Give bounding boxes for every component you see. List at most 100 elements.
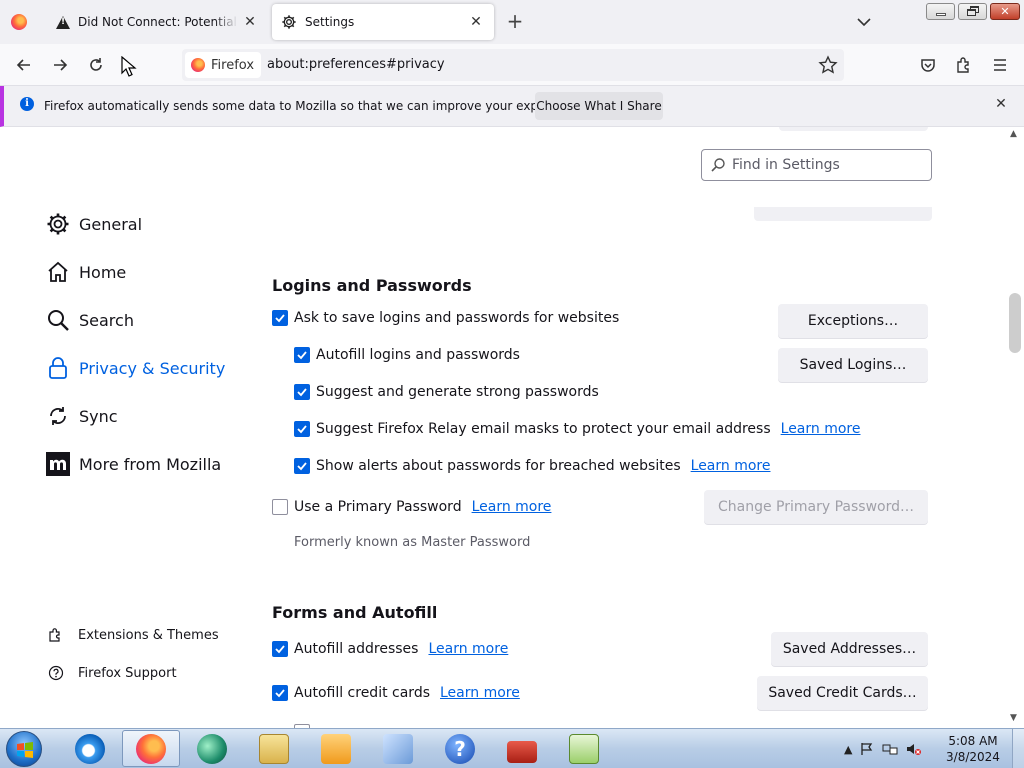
new-tab-button[interactable]: +: [503, 10, 527, 34]
find-in-settings-input[interactable]: Find in Settings: [701, 149, 932, 181]
taskbar-clock[interactable]: 5:08 AM 3/8/2024: [945, 733, 1001, 765]
autofill-cards-row[interactable]: Autofill credit cards Learn more: [272, 685, 520, 701]
change-primary-password-button[interactable]: Change Primary Password…: [704, 490, 928, 524]
extensions-button[interactable]: [951, 52, 977, 78]
checkbox-checked[interactable]: [294, 384, 310, 400]
sidebar-item-sync[interactable]: Sync: [46, 404, 118, 428]
arrow-left-icon: [16, 59, 30, 71]
sidebar-item-privacy-security[interactable]: Privacy & Security: [46, 356, 225, 380]
checkbox-unchecked[interactable]: [272, 499, 288, 515]
learn-more-link[interactable]: Learn more: [472, 499, 552, 515]
suggest-passwords-row[interactable]: Suggest and generate strong passwords: [294, 384, 599, 400]
internet-explorer-icon: [75, 733, 105, 764]
network-icon[interactable]: [882, 742, 898, 756]
clock-date: 3/8/2024: [946, 750, 1000, 764]
checkbox-checked[interactable]: [272, 685, 288, 701]
tab-strip: Did Not Connect: Potential Security Issu…: [0, 0, 1024, 44]
url-bar[interactable]: Firefox about:preferences#privacy: [182, 49, 844, 81]
checkbox-checked[interactable]: [272, 310, 288, 326]
taskbar-app-tools[interactable]: [369, 730, 427, 767]
checkbox-checked[interactable]: [294, 458, 310, 474]
sidebar-extensions-themes[interactable]: Extensions & Themes: [48, 627, 219, 643]
minimize-button[interactable]: [926, 3, 955, 20]
checkbox-label: Autofill credit cards: [294, 685, 430, 701]
windows-taskbar: ? ▲ 5:08 AM 3/8/2024: [0, 728, 1024, 768]
saved-addresses-button[interactable]: Saved Addresses…: [771, 632, 928, 666]
restore-button[interactable]: [958, 3, 987, 20]
tab-title: Did Not Connect: Potential Security Issu…: [78, 15, 238, 29]
pocket-button[interactable]: [915, 52, 941, 78]
tab-security-issue[interactable]: Did Not Connect: Potential Security Issu…: [46, 4, 268, 40]
window-close-button[interactable]: ✕: [990, 3, 1020, 20]
tab-close-icon[interactable]: ✕: [238, 10, 262, 34]
breach-alerts-row[interactable]: Show alerts about passwords for breached…: [294, 458, 770, 474]
data-collection-notification: i Firefox automatically sends some data …: [0, 86, 1024, 127]
notepad-icon: [569, 733, 599, 764]
url-text[interactable]: about:preferences#privacy: [267, 57, 445, 72]
taskbar-internet-explorer[interactable]: [61, 730, 119, 767]
sidebar-item-search[interactable]: Search: [46, 308, 134, 332]
checkbox-checked[interactable]: [294, 421, 310, 437]
tab-close-icon[interactable]: ✕: [464, 10, 488, 34]
firefox-icon: [136, 733, 166, 764]
app-globe-icon: [197, 733, 227, 764]
search-icon: [46, 308, 70, 332]
taskbar-help[interactable]: ?: [431, 730, 489, 767]
learn-more-link[interactable]: Learn more: [440, 685, 520, 701]
relay-masks-row[interactable]: Suggest Firefox Relay email masks to pro…: [294, 421, 860, 437]
taskbar-notepad[interactable]: [555, 730, 613, 767]
media-player-icon: [321, 733, 351, 764]
chevron-down-icon[interactable]: [853, 12, 875, 32]
saved-credit-cards-button[interactable]: Saved Credit Cards…: [757, 676, 928, 710]
settings-page: Find in Settings General Home Search Pri…: [0, 127, 1024, 728]
firefox-view-icon[interactable]: [11, 14, 27, 30]
checkbox-label: Suggest Firefox Relay email masks to pro…: [316, 421, 771, 437]
exceptions-button[interactable]: Exceptions…: [778, 304, 928, 338]
sidebar-item-general[interactable]: General: [46, 212, 142, 236]
saved-logins-button[interactable]: Saved Logins…: [778, 348, 928, 382]
back-button[interactable]: [11, 52, 37, 78]
sidebar-item-more-from-mozilla[interactable]: More from Mozilla: [46, 452, 221, 476]
tray-expand-icon[interactable]: ▲: [844, 743, 852, 756]
checkbox-checked[interactable]: [272, 641, 288, 657]
flag-icon[interactable]: [860, 742, 874, 756]
taskbar-media-player[interactable]: [307, 730, 365, 767]
ask-save-logins-row[interactable]: Ask to save logins and passwords for web…: [272, 310, 619, 326]
choose-what-i-share-button[interactable]: Choose What I Share: [535, 92, 663, 120]
start-button[interactable]: [6, 731, 42, 767]
learn-more-link[interactable]: Learn more: [691, 458, 771, 474]
folder-icon: [259, 733, 289, 764]
close-icon[interactable]: ✕: [992, 95, 1010, 113]
forward-button[interactable]: [47, 52, 73, 78]
checkbox-label: Autofill logins and passwords: [316, 347, 520, 363]
reload-button[interactable]: [83, 52, 109, 78]
learn-more-link[interactable]: Learn more: [781, 421, 861, 437]
volume-muted-icon[interactable]: [906, 742, 922, 756]
identity-label: Firefox: [211, 57, 255, 73]
menu-button[interactable]: [987, 52, 1013, 78]
tab-settings[interactable]: Settings ✕: [272, 4, 494, 40]
taskbar-toolbox[interactable]: [493, 730, 551, 767]
puzzle-icon: [48, 627, 64, 643]
vertical-scrollbar[interactable]: ▲ ▼: [1006, 127, 1024, 728]
star-icon[interactable]: [818, 55, 838, 75]
primary-password-row[interactable]: Use a Primary Password Learn more: [272, 499, 551, 515]
taskbar-app-green[interactable]: [183, 730, 241, 767]
learn-more-link[interactable]: Learn more: [428, 641, 508, 657]
taskbar-file-explorer[interactable]: [245, 730, 303, 767]
scrollbar-thumb[interactable]: [1009, 293, 1021, 353]
checkbox-label: Ask to save logins and passwords for web…: [294, 310, 620, 326]
checkbox-checked[interactable]: [294, 347, 310, 363]
sidebar-firefox-support[interactable]: Firefox Support: [48, 665, 177, 681]
scroll-down-icon[interactable]: ▼: [1010, 713, 1017, 723]
sidebar-item-home[interactable]: Home: [46, 260, 126, 284]
primary-password-note: Formerly known as Master Password: [294, 535, 531, 550]
autofill-logins-row[interactable]: Autofill logins and passwords: [294, 347, 520, 363]
autofill-addresses-row[interactable]: Autofill addresses Learn more: [272, 641, 508, 657]
identity-box[interactable]: Firefox: [185, 52, 261, 78]
taskbar-firefox[interactable]: [122, 730, 180, 767]
sidebar-item-label: Home: [79, 262, 127, 282]
clock-time: 5:08 AM: [948, 734, 998, 748]
scroll-up-icon[interactable]: ▲: [1010, 129, 1017, 139]
show-desktop-button[interactable]: [1012, 729, 1024, 768]
